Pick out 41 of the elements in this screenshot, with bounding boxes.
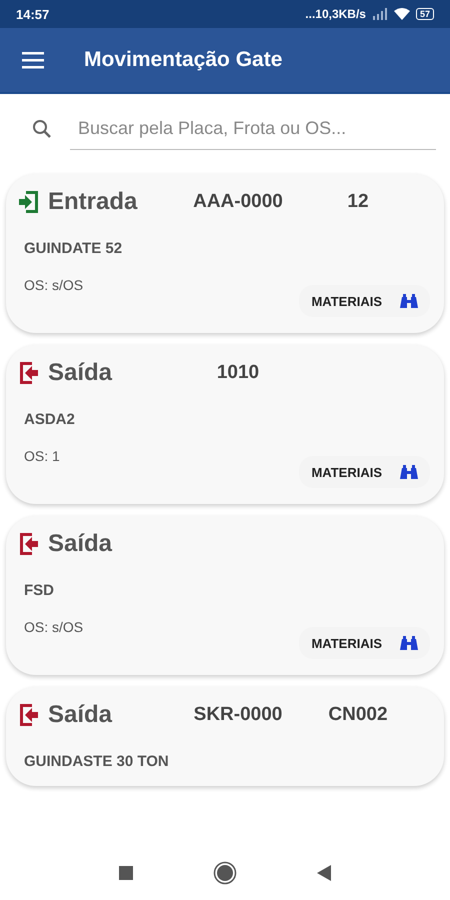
materials-button[interactable]: MATERIAIS <box>299 285 430 317</box>
movement-type: Entrada <box>48 188 138 216</box>
login-icon <box>18 189 40 215</box>
movement-type: Saída <box>48 701 112 729</box>
menu-icon[interactable] <box>22 51 44 69</box>
plate-number: AAA-0000 <box>193 191 283 212</box>
movement-card[interactable]: Entrada AAA-0000 12 GUINDATE 52 OS: s/OS MATERIAIS <box>6 174 444 333</box>
plate-number: SKR-0000 <box>194 704 282 725</box>
recent-apps-icon[interactable] <box>119 866 133 880</box>
fleet-number: 12 <box>347 191 369 212</box>
logout-icon <box>18 702 40 728</box>
os-label: OS: s/OS <box>24 277 84 293</box>
equipment-name: ASDA2 <box>24 411 76 428</box>
binoculars-icon <box>400 293 418 309</box>
signal-icon <box>372 8 388 20</box>
os-label: OS: s/OS <box>24 619 84 635</box>
materials-button[interactable]: MATERIAIS <box>299 627 430 659</box>
fleet-number: CN002 <box>328 704 388 725</box>
movement-type: Saída <box>48 530 112 558</box>
movement-card[interactable]: Saída SKR-0000 CN002 GUINDASTE 30 TON <box>6 687 444 786</box>
search-icon <box>32 119 52 139</box>
logout-icon <box>18 360 40 386</box>
network-speed: ...10,3KB/s <box>305 7 366 21</box>
materials-button[interactable]: MATERIAIS <box>299 456 430 488</box>
plate-number: 1010 <box>216 362 260 383</box>
clock: 14:57 <box>16 6 50 22</box>
os-label: OS: 1 <box>24 448 60 464</box>
logout-icon <box>18 531 40 557</box>
equipment-name: GUINDATE 52 <box>24 240 124 257</box>
equipment-name: FSD <box>24 582 55 599</box>
movement-type: Saída <box>48 359 112 387</box>
binoculars-icon <box>400 635 418 651</box>
movement-card[interactable]: Saída FSD OS: s/OS MATERIAIS <box>6 516 444 675</box>
home-icon[interactable] <box>213 860 237 884</box>
binoculars-icon <box>400 464 418 480</box>
screen-title: Movimentação Gate <box>84 48 282 72</box>
equipment-name: GUINDASTE 30 TON <box>24 753 170 770</box>
movement-card[interactable]: Saída 1010 ASDA2 OS: 1 MATERIAIS <box>6 345 444 504</box>
battery-indicator: 57 <box>416 8 434 20</box>
back-icon[interactable] <box>317 864 331 880</box>
wifi-icon <box>394 8 410 20</box>
